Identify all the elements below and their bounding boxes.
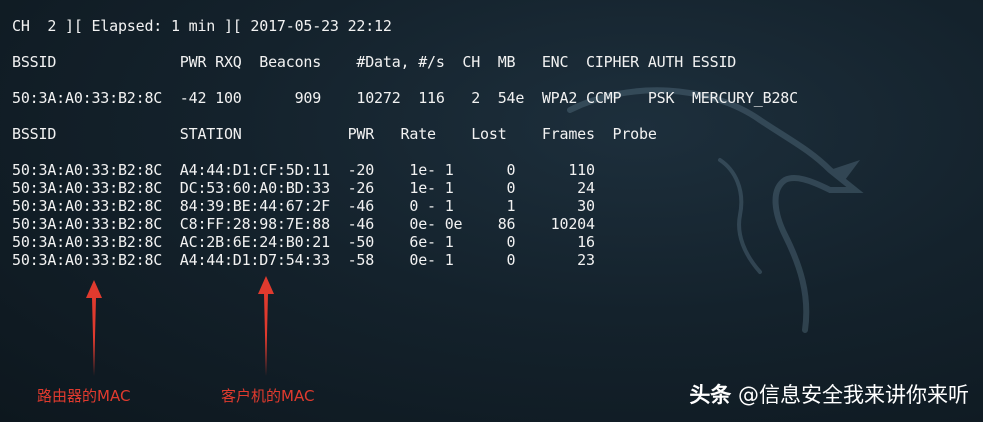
ap-table-header: BSSID PWR RXQ Beacons #Data, #/s CH MB E… [12,53,737,71]
watermark: 头条 @信息安全我来讲你来听 [689,379,969,409]
watermark-handle: @信息安全我来讲你来听 [738,383,969,407]
station-row: 50:3A:A0:33:B2:8C A4:44:D1:D7:54:33 -58 … [12,251,595,269]
router-mac-arrow-icon [86,280,102,376]
station-row: 50:3A:A0:33:B2:8C AC:2B:6E:24:B0:21 -50 … [12,233,595,251]
client-mac-arrow-icon [258,276,274,376]
station-table-header: BSSID STATION PWR Rate Lost Frames Probe [12,125,657,143]
router-mac-label: 路由器的MAC [37,387,131,405]
station-row: 50:3A:A0:33:B2:8C 84:39:BE:44:67:2F -46 … [12,197,595,215]
watermark-brand: 头条 [689,383,732,407]
station-row: 50:3A:A0:33:B2:8C DC:53:60:A0:BD:33 -26 … [12,179,595,197]
client-mac-label: 客户机的MAC [221,387,315,405]
ap-row: 50:3A:A0:33:B2:8C -42 100 909 10272 116 … [12,89,798,107]
status-line: CH 2 ][ Elapsed: 1 min ][ 2017-05-23 22:… [12,17,392,35]
terminal-window: CH 2 ][ Elapsed: 1 min ][ 2017-05-23 22:… [0,0,983,422]
station-row: 50:3A:A0:33:B2:8C A4:44:D1:CF:5D:11 -20 … [12,161,595,179]
station-row: 50:3A:A0:33:B2:8C C8:FF:28:98:7E:88 -46 … [12,215,595,233]
